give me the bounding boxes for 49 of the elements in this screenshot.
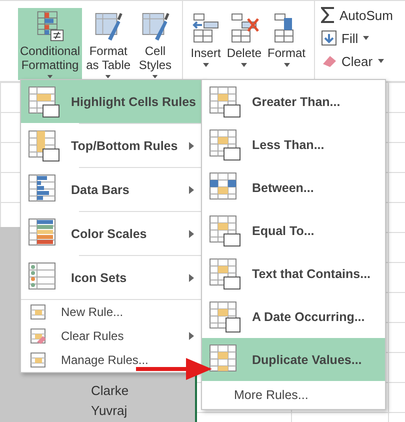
ribbon-button[interactable]: Insert — [188, 8, 223, 80]
menu-item[interactable]: Duplicate Values... — [202, 338, 385, 381]
dropdown-caret-icon — [363, 36, 370, 40]
submenu-arrow-icon — [189, 142, 194, 150]
grid-icon — [29, 351, 47, 369]
eraser-icon — [320, 53, 337, 69]
table-cell-text: Yuvraj — [91, 402, 128, 420]
sigma-icon — [320, 7, 335, 23]
grid-rule-icon — [208, 300, 242, 334]
fill-down-icon — [320, 30, 337, 46]
dropdown-caret-icon — [284, 63, 290, 67]
menu-item[interactable]: Highlight Cells Rules — [21, 80, 204, 123]
ribbon-button[interactable]: Cell Styles — [134, 8, 176, 80]
menu-item[interactable]: Manage Rules... — [21, 348, 150, 372]
menu-item[interactable]: Greater Than... — [202, 80, 385, 123]
menu-item[interactable]: More Rules... — [202, 381, 385, 409]
menu-item[interactable]: Text that Contains... — [202, 252, 385, 295]
menu-item[interactable]: Data Bars — [21, 168, 204, 211]
eraser-grid-icon — [29, 327, 47, 345]
submenu-arrow-icon — [189, 274, 194, 282]
ribbon-button[interactable]: Conditional Formatting — [18, 8, 82, 80]
menu-item[interactable]: Top/Bottom Rules — [21, 124, 204, 167]
grid-rule-icon — [208, 256, 242, 290]
menu-item[interactable]: Equal To... — [202, 209, 385, 252]
submenu-arrow-icon — [189, 332, 194, 340]
submenu-arrow-icon — [189, 230, 194, 238]
grid-icon — [29, 303, 47, 321]
top-ten-icon — [27, 128, 61, 162]
highlight-rule-icon — [27, 84, 61, 118]
grid-rule-icon — [208, 84, 242, 118]
ribbon-button[interactable]: Clear — [320, 51, 384, 71]
grid-rule-icon — [208, 128, 242, 162]
ribbon-button[interactable]: Fill — [320, 28, 370, 48]
menu-item[interactable]: New Rule... — [21, 300, 204, 324]
ribbon-button[interactable]: Format as Table — [84, 8, 133, 80]
menu-item[interactable]: Icon Sets — [21, 256, 204, 299]
dropdown-caret-icon — [241, 63, 248, 67]
menu-item[interactable]: Between... — [202, 166, 385, 209]
table-cell-text: Clarke — [91, 382, 129, 400]
menu-item[interactable]: Color Scales — [21, 212, 204, 255]
ribbon-button[interactable]: AutoSum — [320, 5, 393, 25]
grid-rule-icon — [208, 214, 242, 248]
menu-item[interactable]: Clear Rules — [21, 324, 204, 348]
dropdown-caret-icon — [378, 59, 384, 63]
menu-item[interactable]: Less Than... — [202, 123, 385, 166]
dropdown-caret-icon — [202, 63, 209, 67]
ribbon-button[interactable]: Format — [266, 8, 308, 80]
submenu-arrow-icon — [189, 186, 194, 194]
menu-item[interactable]: A Date Occurring... — [202, 295, 385, 338]
